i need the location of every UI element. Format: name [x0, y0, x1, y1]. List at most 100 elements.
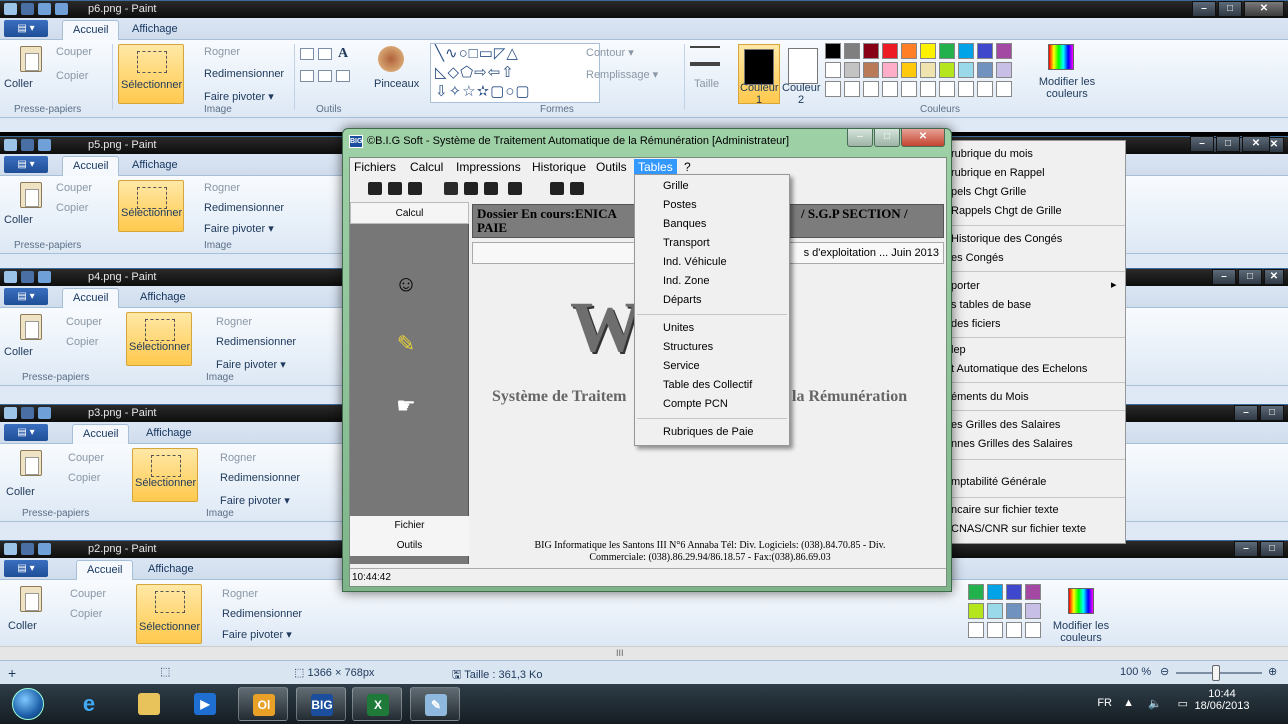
- redo-icon[interactable]: [55, 3, 68, 15]
- close-button[interactable]: ✕: [1264, 269, 1284, 285]
- menu-item-ind-vehicule[interactable]: Ind. Véhicule: [663, 256, 727, 268]
- zoom-out-button[interactable]: ⊖: [1160, 665, 1169, 678]
- file-menu-button[interactable]: ▤ ▾: [4, 20, 48, 37]
- eraser-icon[interactable]: [300, 70, 314, 82]
- menu-item-table-collectif[interactable]: Table des Collectif: [663, 379, 752, 391]
- menu-item-transport[interactable]: Transport: [663, 237, 710, 249]
- menu-item-compte-pcn[interactable]: Compte PCN: [663, 398, 728, 410]
- show-hidden-icons[interactable]: ▲: [1123, 697, 1134, 709]
- menu-item-rubriques-paie[interactable]: Rubriques de Paie: [663, 426, 754, 438]
- context-item-submenu[interactable]: porter: [951, 280, 980, 292]
- cut-button[interactable]: Couper: [56, 182, 92, 194]
- tab-accueil[interactable]: Accueil: [62, 20, 120, 40]
- edit-colors-icon[interactable]: [1048, 44, 1074, 70]
- tool-icon[interactable]: [408, 182, 422, 195]
- select-button[interactable]: Sélectionner: [126, 312, 192, 366]
- edit-colors-button[interactable]: Modifier les couleurs: [1046, 620, 1116, 644]
- undo-icon[interactable]: [38, 3, 51, 15]
- taskbar-paint[interactable]: ✎: [410, 687, 460, 721]
- start-button[interactable]: [12, 688, 44, 720]
- clipboard-icon[interactable]: [20, 314, 42, 340]
- language-indicator[interactable]: FR: [1097, 697, 1112, 709]
- fichier-button[interactable]: Fichier: [350, 516, 469, 536]
- eraser-icon[interactable]: [484, 182, 498, 195]
- context-item[interactable]: s tables de base: [951, 299, 1031, 311]
- pointing-hand-icon[interactable]: ☛: [392, 392, 420, 420]
- calcul-button[interactable]: Calcul: [350, 202, 469, 224]
- crop-button[interactable]: Rogner: [220, 452, 256, 464]
- paste-button[interactable]: Coller: [8, 620, 37, 632]
- save-icon[interactable]: [21, 3, 34, 15]
- maximize-button[interactable]: □: [1238, 269, 1262, 285]
- close-button[interactable]: ✕: [901, 129, 945, 147]
- taskbar-media[interactable]: ▶: [180, 687, 230, 721]
- edit-colors-button[interactable]: Modifier les couleurs: [1032, 76, 1102, 100]
- fill-button[interactable]: Remplissage ▾: [586, 68, 658, 81]
- rotate-button[interactable]: Faire pivoter ▾: [204, 90, 274, 103]
- menu-item-unites[interactable]: Unites: [663, 322, 694, 334]
- clipboard-icon[interactable]: [20, 586, 42, 612]
- context-item[interactable]: es Grilles des Salaires: [951, 419, 1060, 431]
- screen-icon[interactable]: [464, 182, 478, 195]
- app-titlebar[interactable]: BIG ©B.I.G Soft - Système de Traitement …: [343, 129, 951, 157]
- size-button[interactable]: Taille: [694, 78, 719, 90]
- copy-button[interactable]: Copier: [66, 336, 98, 348]
- printer-icon[interactable]: [550, 182, 564, 195]
- zoom-in-button[interactable]: ⊕: [1268, 665, 1277, 678]
- taskbar-outlook[interactable]: Ol: [238, 687, 288, 721]
- outils-button[interactable]: Outils: [350, 536, 469, 556]
- quick-access-toolbar[interactable]: [4, 3, 68, 15]
- taskbar-ie[interactable]: e: [64, 687, 114, 721]
- resize-button[interactable]: Redimensionner: [204, 202, 284, 214]
- minimize-button[interactable]: –: [1234, 541, 1258, 557]
- crop-button[interactable]: Rogner: [222, 588, 258, 600]
- close-button[interactable]: ✕: [1244, 1, 1284, 17]
- menu-help[interactable]: ?: [684, 160, 691, 174]
- file-menu-button[interactable]: ▤ ▾: [4, 288, 48, 305]
- rotate-button[interactable]: Faire pivoter ▾: [204, 222, 274, 235]
- copy-button[interactable]: Copier: [56, 70, 88, 82]
- context-item[interactable]: des ficiers: [951, 318, 1001, 330]
- person-icon[interactable]: ☺: [392, 270, 420, 298]
- tab-affichage[interactable]: Affichage: [122, 156, 188, 176]
- user-icon[interactable]: [444, 182, 458, 195]
- tab-accueil[interactable]: Accueil: [76, 560, 134, 580]
- crop-button[interactable]: Rogner: [204, 46, 240, 58]
- minimize-button[interactable]: –: [847, 129, 873, 147]
- color2-button[interactable]: [788, 48, 818, 84]
- menu-fichiers[interactable]: Fichiers: [354, 160, 396, 174]
- menu-calcul[interactable]: Calcul: [410, 160, 443, 174]
- context-item[interactable]: Historique des Congés: [951, 233, 1062, 245]
- maximize-button[interactable]: □: [1260, 405, 1284, 421]
- menu-outils[interactable]: Outils: [596, 160, 627, 174]
- menu-item-structures[interactable]: Structures: [663, 341, 713, 353]
- paste-button[interactable]: Coller: [4, 78, 33, 90]
- menu-item-ind-zone[interactable]: Ind. Zone: [663, 275, 709, 287]
- menu-impressions[interactable]: Impressions: [456, 160, 521, 174]
- menu-item-grille[interactable]: Grille: [663, 180, 689, 192]
- edit-colors-icon[interactable]: [1068, 588, 1094, 614]
- file-menu-button[interactable]: ▤ ▾: [4, 424, 48, 441]
- context-item[interactable]: Rappels Chgt de Grille: [951, 205, 1062, 217]
- menu-item-banques[interactable]: Banques: [663, 218, 706, 230]
- cut-button[interactable]: Couper: [56, 46, 92, 58]
- crop-button[interactable]: Rogner: [216, 316, 252, 328]
- context-item[interactable]: rubrique du mois: [951, 148, 1033, 160]
- minimize-button[interactable]: –: [1190, 136, 1214, 152]
- menu-item-service[interactable]: Service: [663, 360, 700, 372]
- brush-icon[interactable]: [378, 46, 404, 72]
- context-item[interactable]: éments du Mois: [951, 391, 1029, 403]
- text-tool-icon[interactable]: A: [338, 46, 348, 62]
- network-icon[interactable]: ▭: [1178, 697, 1188, 710]
- taskbar-excel[interactable]: X: [352, 687, 402, 721]
- select-button[interactable]: Sélectionner: [136, 584, 202, 644]
- cut-button[interactable]: Couper: [68, 452, 104, 464]
- clock[interactable]: 10:44 18/06/2013: [1194, 688, 1250, 712]
- tab-affichage[interactable]: Affichage: [130, 288, 196, 308]
- maximize-button[interactable]: □: [874, 129, 900, 147]
- resize-button[interactable]: Redimensionner: [216, 336, 296, 348]
- color-palette[interactable]: [968, 584, 1041, 638]
- select-button[interactable]: Sélectionner: [118, 44, 184, 104]
- cut-button[interactable]: Couper: [66, 316, 102, 328]
- plug-icon[interactable]: [508, 182, 522, 195]
